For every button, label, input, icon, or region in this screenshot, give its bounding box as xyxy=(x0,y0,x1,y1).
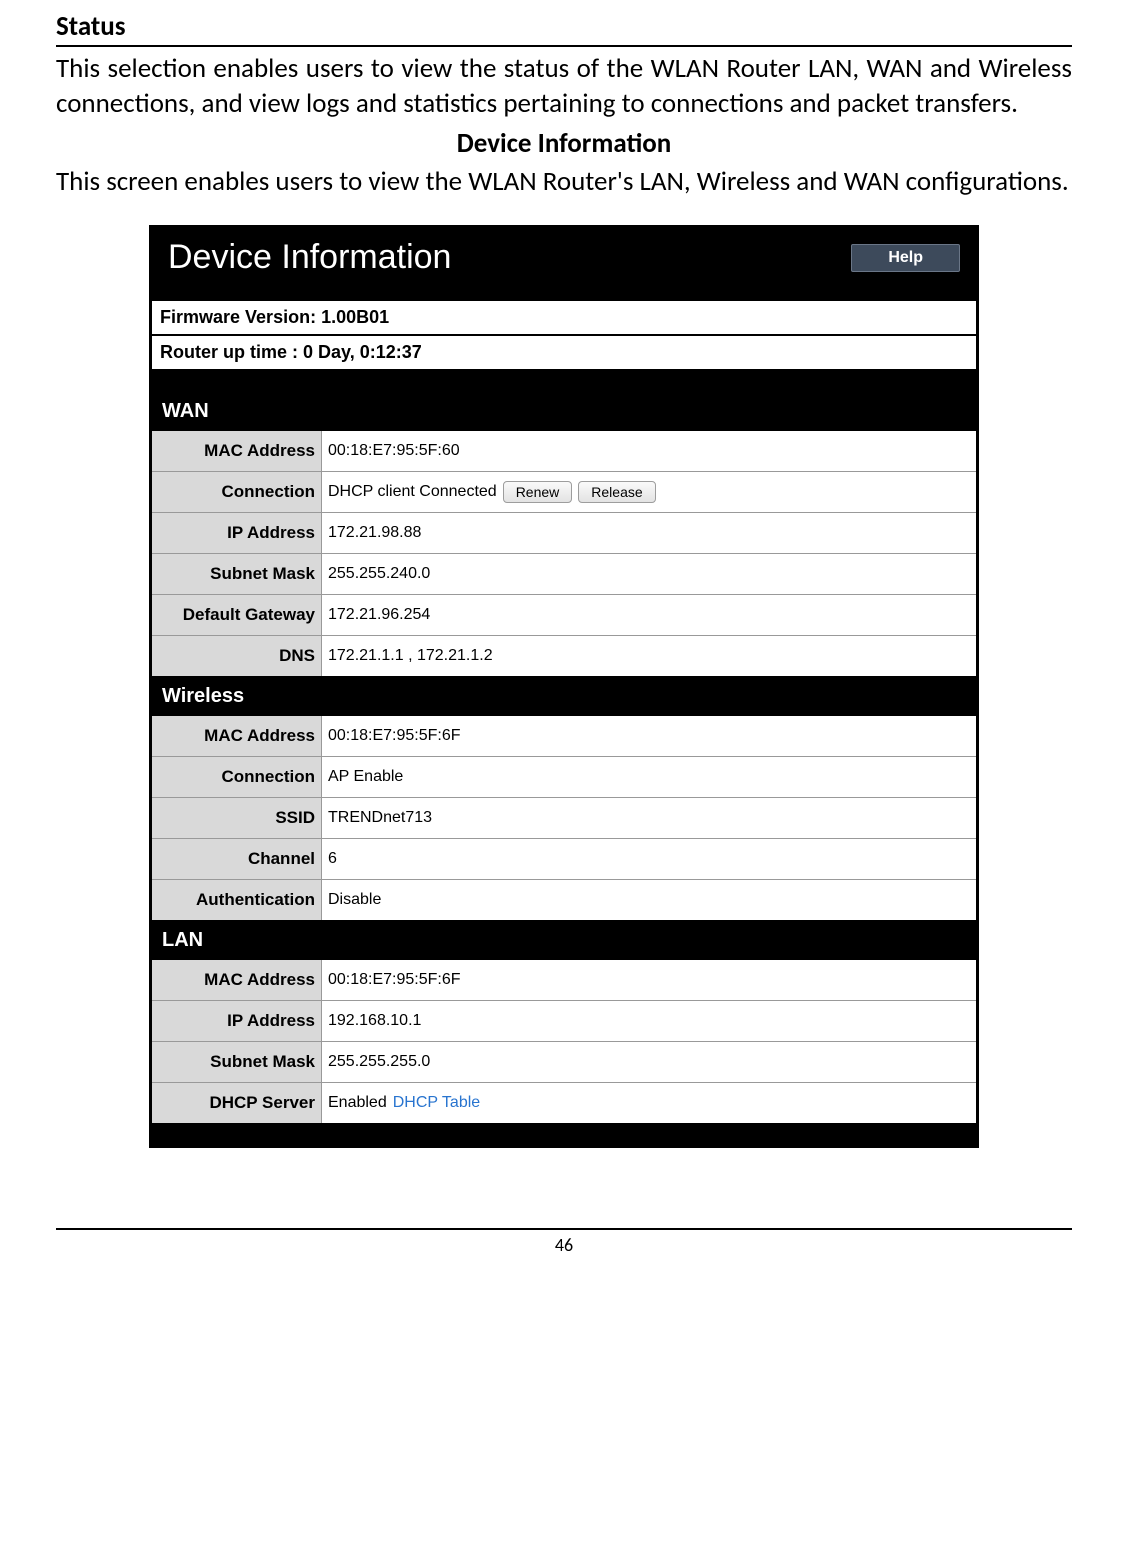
spacer xyxy=(152,371,976,391)
lan-dhcp-label: DHCP Server xyxy=(152,1082,322,1123)
wan-conn-value: DHCP client Connected xyxy=(328,483,497,501)
wan-mac-label: MAC Address xyxy=(152,431,322,471)
dhcp-table-link[interactable]: DHCP Table xyxy=(393,1094,480,1112)
device-info-heading: Device Information xyxy=(56,127,1072,160)
table-row: MAC Address 00:18:E7:95:5F:6F xyxy=(152,716,976,756)
uptime-strip: Router up time : 0 Day, 0:12:37 xyxy=(152,336,976,371)
table-row: Connection DHCP client Connected Renew R… xyxy=(152,471,976,512)
uptime-label: Router up time : xyxy=(160,342,303,362)
page-number: 46 xyxy=(56,1228,1072,1256)
status-intro-text: This selection enables users to view the… xyxy=(56,51,1072,121)
table-row: MAC Address 00:18:E7:95:5F:60 xyxy=(152,431,976,471)
wl-mac-value: 00:18:E7:95:5F:6F xyxy=(322,716,976,756)
wl-mac-label: MAC Address xyxy=(152,716,322,756)
wan-gw-label: Default Gateway xyxy=(152,594,322,635)
device-info-panel: Device Information Help Firmware Version… xyxy=(149,225,979,1148)
table-row: DHCP Server Enabled DHCP Table xyxy=(152,1082,976,1123)
firmware-strip: Firmware Version: 1.00B01 xyxy=(152,301,976,336)
wan-section-header: WAN xyxy=(152,391,976,431)
uptime-value: 0 Day, 0:12:37 xyxy=(303,342,422,362)
status-heading: Status xyxy=(56,10,1072,47)
firmware-value: 1.00B01 xyxy=(321,307,389,327)
wl-channel-value: 6 xyxy=(322,838,976,879)
panel-title: Device Information xyxy=(168,238,451,277)
lan-ip-label: IP Address xyxy=(152,1000,322,1041)
wan-conn-label: Connection xyxy=(152,471,322,512)
table-row: Subnet Mask 255.255.240.0 xyxy=(152,553,976,594)
wl-conn-label: Connection xyxy=(152,756,322,797)
lan-ip-value: 192.168.10.1 xyxy=(322,1000,976,1041)
table-row: Channel 6 xyxy=(152,838,976,879)
release-button[interactable]: Release xyxy=(578,481,655,503)
table-row: Default Gateway 172.21.96.254 xyxy=(152,594,976,635)
table-row: SSID TRENDnet713 xyxy=(152,797,976,838)
wl-conn-value: AP Enable xyxy=(322,756,976,797)
table-row: DNS 172.21.1.1 , 172.21.1.2 xyxy=(152,635,976,676)
lan-mac-label: MAC Address xyxy=(152,960,322,1000)
lan-mac-value: 00:18:E7:95:5F:6F xyxy=(322,960,976,1000)
help-button[interactable]: Help xyxy=(851,244,960,272)
wl-auth-value: Disable xyxy=(322,879,976,920)
wan-mac-value: 00:18:E7:95:5F:60 xyxy=(322,431,976,471)
lan-subnet-value: 255.255.255.0 xyxy=(322,1041,976,1082)
wan-dns-value: 172.21.1.1 , 172.21.1.2 xyxy=(322,635,976,676)
table-row: Subnet Mask 255.255.255.0 xyxy=(152,1041,976,1082)
lan-dhcp-value: Enabled xyxy=(328,1094,387,1112)
wl-auth-label: Authentication xyxy=(152,879,322,920)
lan-subnet-label: Subnet Mask xyxy=(152,1041,322,1082)
wl-channel-label: Channel xyxy=(152,838,322,879)
lan-section-header: LAN xyxy=(152,920,976,960)
wan-ip-label: IP Address xyxy=(152,512,322,553)
firmware-label: Firmware Version: xyxy=(160,307,321,327)
wan-subnet-value: 255.255.240.0 xyxy=(322,553,976,594)
wan-ip-value: 172.21.98.88 xyxy=(322,512,976,553)
table-row: Authentication Disable xyxy=(152,879,976,920)
table-row: IP Address 192.168.10.1 xyxy=(152,1000,976,1041)
panel-bottom-bar xyxy=(152,1123,976,1145)
table-row: IP Address 172.21.98.88 xyxy=(152,512,976,553)
wan-dns-label: DNS xyxy=(152,635,322,676)
wireless-section-header: Wireless xyxy=(152,676,976,716)
wl-ssid-value: TRENDnet713 xyxy=(322,797,976,838)
wan-subnet-label: Subnet Mask xyxy=(152,553,322,594)
renew-button[interactable]: Renew xyxy=(503,481,573,503)
wan-gw-value: 172.21.96.254 xyxy=(322,594,976,635)
wl-ssid-label: SSID xyxy=(152,797,322,838)
table-row: Connection AP Enable xyxy=(152,756,976,797)
table-row: MAC Address 00:18:E7:95:5F:6F xyxy=(152,960,976,1000)
device-info-text: This screen enables users to view the WL… xyxy=(56,164,1072,199)
